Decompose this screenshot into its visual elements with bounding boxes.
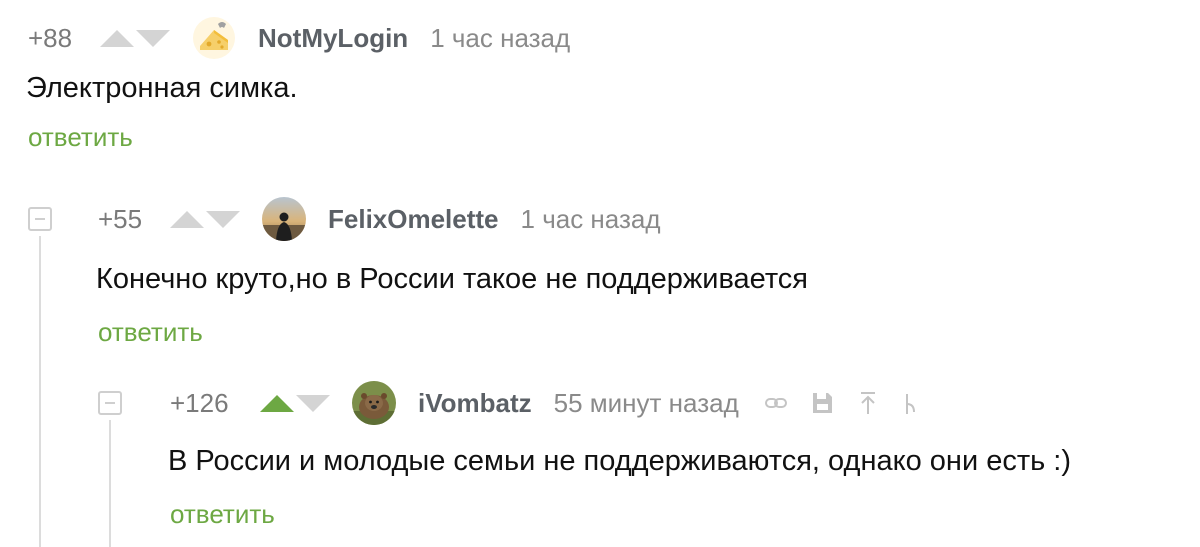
collapse-thread-button[interactable] (98, 391, 122, 415)
cheese-avatar-icon[interactable] (192, 16, 236, 60)
comment-header: +55 FelixOmelette 1 час назад (98, 197, 808, 241)
comment: +55 FelixOmelette 1 час назад Конечно кр… (96, 197, 809, 347)
comment-text: Конечно круто,но в России такое не подде… (96, 263, 809, 295)
comment-tools (763, 390, 927, 416)
downvote-arrow-icon[interactable] (206, 210, 240, 228)
downvote-arrow-icon[interactable] (136, 29, 170, 47)
wombat-avatar-icon[interactable] (352, 381, 396, 425)
comment-rating: +88 (28, 22, 73, 53)
branch-icon[interactable] (901, 390, 927, 416)
thread-line-level-1 (39, 236, 41, 547)
vote-controls (100, 29, 170, 47)
reply-link[interactable]: ответить (170, 499, 1071, 529)
vote-controls (260, 394, 330, 412)
comment-time[interactable]: 1 час назад (521, 204, 661, 235)
comment-rating: +55 (98, 203, 143, 234)
comment: +126 iVombatz 55 минут назад В России и … (168, 381, 1071, 529)
comment-time[interactable]: 1 час назад (430, 23, 570, 54)
downvote-arrow-icon[interactable] (296, 394, 330, 412)
thread-line-level-2 (109, 420, 111, 547)
reply-link[interactable]: ответить (28, 122, 570, 152)
save-icon[interactable] (809, 390, 835, 416)
vote-controls (170, 210, 240, 228)
comment-header: +88 NotMyLogin 1 час назад (28, 16, 570, 60)
comment-rating: +126 (170, 387, 229, 418)
comment-text: Электронная симка. (26, 72, 298, 104)
link-icon[interactable] (763, 390, 789, 416)
upvote-arrow-icon[interactable] (170, 210, 204, 228)
comment-author[interactable]: FelixOmelette (328, 204, 499, 235)
collapse-thread-button[interactable] (28, 207, 52, 231)
comment-author[interactable]: iVombatz (418, 388, 532, 419)
comment-text: В России и молодые семьи не поддерживают… (168, 445, 1071, 477)
reply-link[interactable]: ответить (98, 317, 808, 347)
comment-time[interactable]: 55 минут назад (554, 388, 739, 419)
comment: +88 NotMyLogin 1 час назад Электронная с… (26, 16, 570, 152)
upvote-arrow-icon[interactable] (260, 394, 294, 412)
parent-comment-icon[interactable] (855, 390, 881, 416)
upvote-arrow-icon[interactable] (100, 29, 134, 47)
comment-author[interactable]: NotMyLogin (258, 23, 408, 54)
person-silhouette-avatar-icon[interactable] (262, 197, 306, 241)
comment-header: +126 iVombatz 55 минут назад (170, 381, 1071, 425)
